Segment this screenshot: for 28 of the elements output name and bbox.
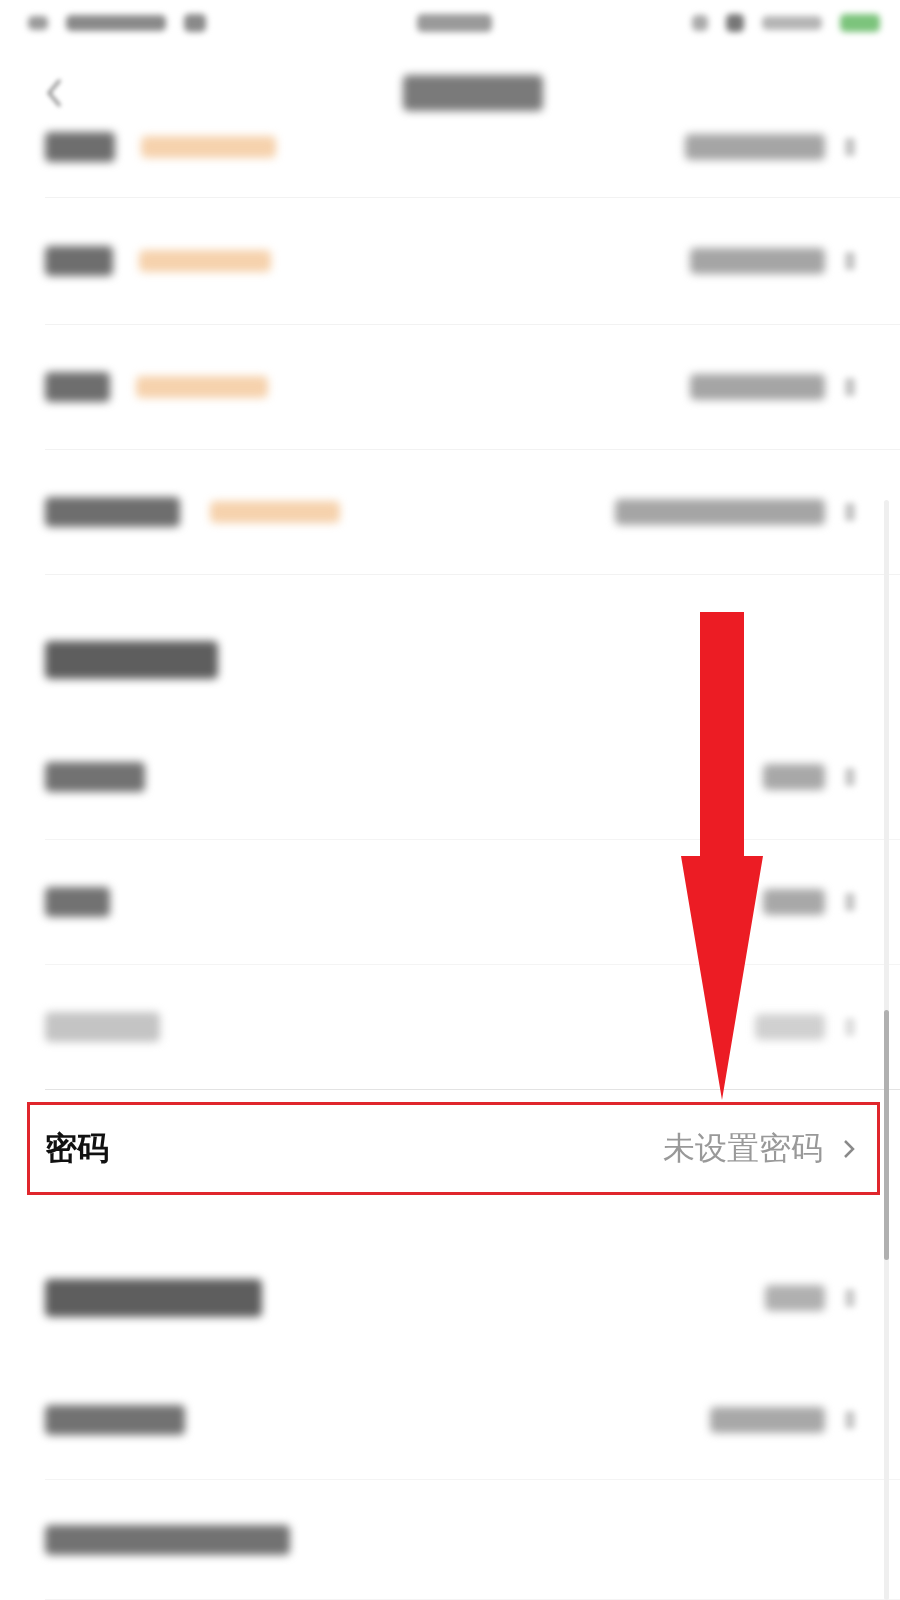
blurred-text: [763, 889, 825, 915]
blurred-status-icon: [726, 13, 744, 32]
blurred-chevron-icon: [845, 252, 855, 270]
blurred-text: [45, 372, 110, 402]
blurred-chevron-icon: [845, 1018, 855, 1036]
blurred-status-icon: [692, 14, 708, 31]
blurred-chevron-icon: [845, 503, 855, 521]
blurred-text: [755, 1014, 825, 1040]
blurred-chevron-icon: [845, 378, 855, 396]
blurred-text: [762, 15, 822, 30]
blurred-text: [45, 131, 115, 162]
blurred-chevron-icon: [845, 768, 855, 786]
settings-row[interactable]: 密码 未设置密码: [27, 1102, 880, 1195]
blurred-text: [45, 246, 113, 276]
blurred-text: [763, 764, 825, 790]
chevron-right-icon: [843, 1138, 855, 1159]
blurred-chevron-icon: [845, 1288, 855, 1307]
row-value: 未设置密码: [663, 1127, 823, 1169]
blurred-text: [45, 887, 110, 917]
blurred-chevron-icon: [845, 137, 855, 156]
blurred-status-icon: [184, 13, 206, 32]
blurred-battery-icon: [840, 13, 880, 32]
blurred-text: [765, 1284, 825, 1311]
blurred-status-icon: [28, 15, 48, 30]
blurred-back-icon[interactable]: [46, 77, 62, 108]
row-label: 密码: [45, 1127, 109, 1169]
blurred-chevron-icon: [845, 1410, 855, 1429]
blurred-chevron-icon: [845, 893, 855, 911]
